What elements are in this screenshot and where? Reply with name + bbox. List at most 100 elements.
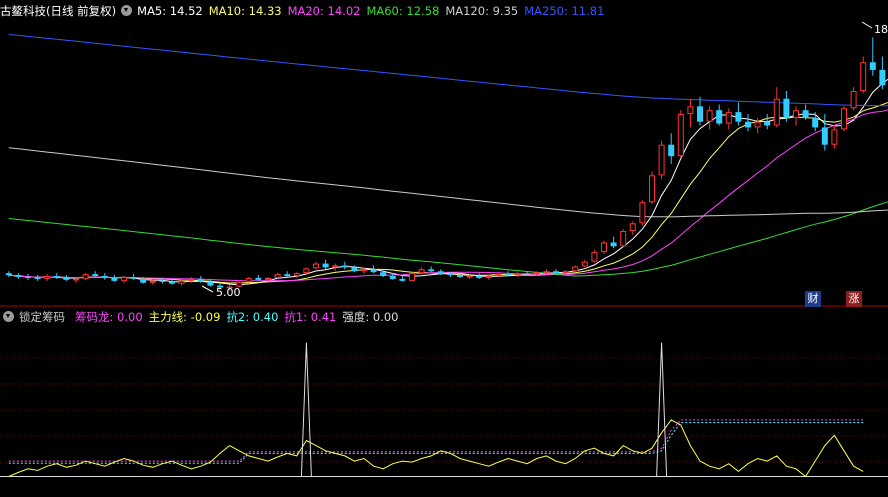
indicator-header: 锁定筹码 筹码龙: 0.00 主力线: -0.09 抗2: 0.40 抗1: 0.41 强… [0,307,410,327]
candle[interactable] [188,276,195,283]
candle-body [130,276,137,279]
candle[interactable] [255,275,262,281]
candle-body [850,91,857,109]
ma60-line [8,201,888,277]
ma-legend-item: MA20: 14.02 [287,4,361,18]
candle[interactable] [687,98,694,128]
candle[interactable] [44,274,51,281]
candle-body [380,272,387,277]
candle[interactable] [783,91,790,122]
candle[interactable] [101,273,108,280]
candle[interactable] [581,259,588,268]
candle[interactable] [178,279,185,286]
candle-body [63,276,70,280]
candle-body [620,230,627,247]
candle[interactable] [63,275,70,281]
candle[interactable] [658,140,665,180]
candle[interactable] [735,102,742,126]
candle[interactable] [121,276,127,283]
candle[interactable] [879,56,886,90]
ma-legend-item: MA5: 14.52 [137,4,203,18]
candle[interactable] [370,265,377,274]
candle-body [245,277,252,282]
candle[interactable] [82,273,89,280]
candle[interactable] [5,271,12,277]
candle[interactable] [610,236,617,249]
candle[interactable] [716,104,723,126]
candle[interactable] [860,56,867,93]
candle[interactable] [591,250,598,263]
candle[interactable] [793,106,799,126]
candle-body [370,269,377,273]
candle[interactable] [831,125,838,149]
candle[interactable] [629,221,636,235]
candle-body [322,263,329,268]
candle[interactable] [284,271,291,277]
candle[interactable] [476,273,483,279]
chevron-down-icon[interactable] [3,311,14,322]
candle-body [677,114,684,157]
candle-body [5,273,12,276]
candle-body [697,106,703,122]
candle[interactable] [639,200,646,226]
candle[interactable] [773,87,780,128]
candle[interactable] [313,261,319,270]
candle[interactable] [197,276,204,283]
candle[interactable] [428,266,435,273]
candle[interactable] [34,275,41,281]
rise-badge[interactable]: 涨 [846,291,862,307]
candle[interactable] [572,265,579,273]
finance-badge[interactable]: 财 [805,291,821,307]
candle[interactable] [418,267,425,275]
candle[interactable] [514,272,521,277]
candle[interactable] [553,269,559,275]
candle[interactable] [754,117,761,134]
candle[interactable] [812,112,819,132]
high-price-label: 18 [874,23,888,36]
candle-body [399,278,406,281]
candle[interactable] [25,274,31,280]
candle-body [101,276,108,278]
candle[interactable] [409,272,415,282]
ma250-line [8,34,888,107]
candle-body [754,121,761,128]
candle-body [409,273,415,281]
candle[interactable] [677,110,684,159]
ma-legend-item: MA60: 12.58 [366,4,440,18]
candle-body [687,106,694,115]
candle[interactable] [341,261,348,270]
candle[interactable] [841,106,847,132]
candlestick-series[interactable] [5,37,888,291]
candle-body [178,280,185,284]
candle[interactable] [399,276,406,282]
candle[interactable] [293,272,300,278]
candle[interactable] [245,276,252,283]
candle[interactable] [15,273,22,279]
candle[interactable] [130,274,137,280]
candle[interactable] [706,106,713,130]
candle-body [601,242,607,253]
candle[interactable] [802,104,809,120]
candle[interactable] [745,114,751,132]
candle[interactable] [620,229,627,248]
candle[interactable] [668,133,675,164]
candle[interactable] [821,114,828,151]
candle-body [581,261,588,267]
chevron-down-icon[interactable] [121,5,133,16]
candle[interactable] [53,273,60,279]
candle[interactable] [697,96,703,126]
candle[interactable] [725,108,732,130]
ma120-line [8,147,888,218]
candle[interactable] [601,240,607,254]
candle[interactable] [869,37,876,76]
candle[interactable] [92,271,99,277]
grid-lines [0,357,888,463]
candle[interactable] [850,87,857,111]
candle[interactable] [303,267,310,275]
candle-body [341,265,348,268]
candle[interactable] [322,259,329,270]
candle[interactable] [764,114,771,130]
candle[interactable] [111,275,118,282]
candle[interactable] [485,275,492,280]
candle[interactable] [649,171,655,205]
